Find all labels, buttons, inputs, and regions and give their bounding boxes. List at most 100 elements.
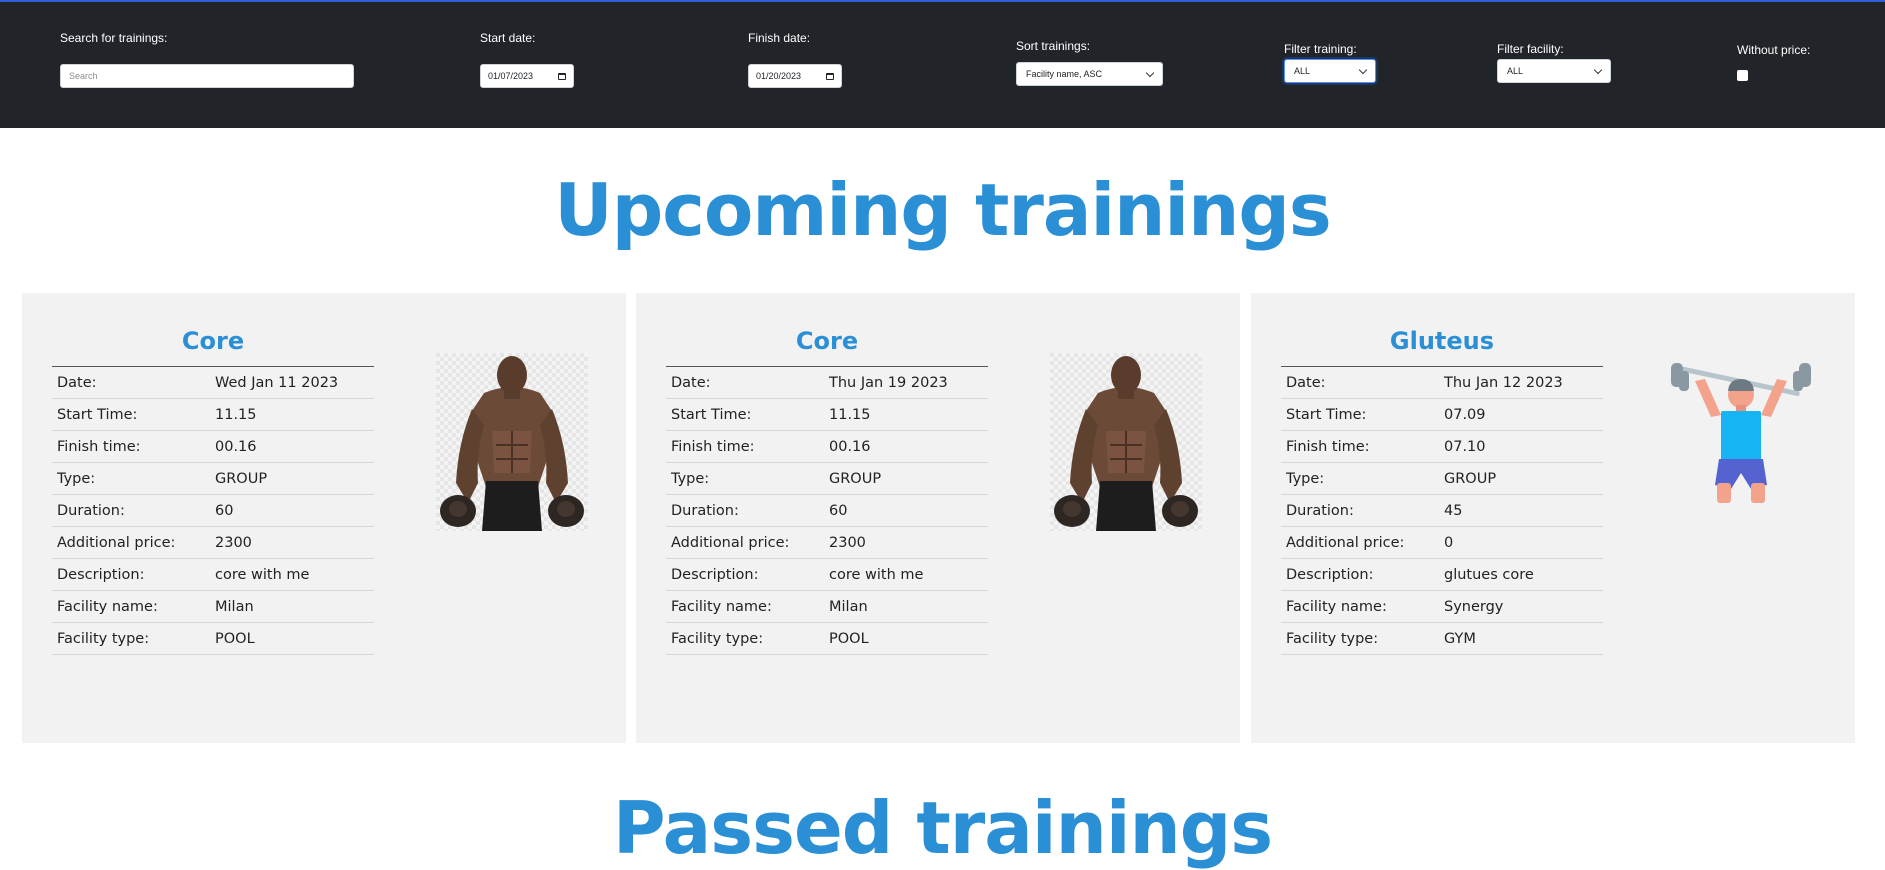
bodybuilder-image	[436, 353, 588, 531]
type-value: GROUP	[824, 462, 988, 495]
date-label: Date:	[52, 366, 210, 399]
type-label: Type:	[52, 462, 210, 495]
table-row: Facility name: Milan	[666, 590, 988, 623]
finish-date-input[interactable]: 01/20/2023	[748, 64, 842, 88]
duration-label: Duration:	[1281, 494, 1439, 527]
table-row: Start Time: 07.09	[1281, 398, 1603, 431]
chevron-down-icon	[1145, 68, 1155, 77]
facility-name-value: Milan	[210, 590, 374, 623]
start-time-value: 11.15	[824, 398, 988, 431]
facility-type-value: POOL	[210, 622, 374, 655]
table-row: Facility name: Milan	[52, 590, 374, 623]
duration-label: Duration:	[52, 494, 210, 527]
price-label: Additional price:	[1281, 526, 1439, 559]
table-row: Facility type: POOL	[52, 622, 374, 655]
start-time-value: 07.09	[1439, 398, 1603, 431]
table-row: Description: core with me	[666, 558, 988, 591]
bodybuilder-image	[1050, 353, 1202, 531]
date-label: Date:	[1281, 366, 1439, 399]
duration-label: Duration:	[666, 494, 824, 527]
calendar-icon[interactable]	[558, 72, 566, 80]
start-date-value: 01/07/2023	[488, 71, 534, 81]
facility-type-label: Facility type:	[52, 622, 210, 655]
table-row: Date: Wed Jan 11 2023	[52, 366, 374, 399]
finish-time-value: 00.16	[824, 430, 988, 463]
table-row: Additional price: 2300	[666, 526, 988, 559]
filter-bar: Search for trainings: Start date: 01/07/…	[0, 0, 1885, 128]
filter-facility-value: ALL	[1507, 66, 1524, 76]
facility-name-label: Facility name:	[1281, 590, 1439, 623]
table-row: Description: glutues core	[1281, 558, 1603, 591]
sort-select-value: Facility name, ASC	[1026, 69, 1103, 79]
table-row: Date: Thu Jan 19 2023	[666, 366, 988, 399]
facility-type-value: POOL	[824, 622, 988, 655]
description-label: Description:	[1281, 558, 1439, 591]
description-value: glutues core	[1439, 558, 1603, 591]
price-label: Additional price:	[52, 526, 210, 559]
filter-training-value: ALL	[1294, 66, 1311, 76]
facility-name-label: Facility name:	[666, 590, 824, 623]
finish-date-value: 01/20/2023	[756, 71, 802, 81]
filter-training-select[interactable]: ALL	[1284, 59, 1376, 83]
price-value: 2300	[210, 526, 374, 559]
table-row: Facility type: POOL	[666, 622, 988, 655]
date-value: Wed Jan 11 2023	[210, 366, 374, 399]
date-label: Date:	[666, 366, 824, 399]
training-details: Date: Thu Jan 19 2023 Start Time: 11.15 Fi…	[666, 366, 988, 655]
table-row: Additional price: 0	[1281, 526, 1603, 559]
table-row: Facility name: Synergy	[1281, 590, 1603, 623]
start-time-label: Start Time:	[1281, 398, 1439, 431]
training-details: Date: Thu Jan 12 2023 Start Time: 07.09 Fi…	[1281, 366, 1603, 655]
type-value: GROUP	[210, 462, 374, 495]
start-date-label: Start date:	[480, 31, 536, 45]
without-price-label: Without price:	[1737, 43, 1811, 57]
facility-name-value: Synergy	[1439, 590, 1603, 623]
table-row: Finish time: 00.16	[52, 430, 374, 463]
description-value: core with me	[824, 558, 988, 591]
table-row: Finish time: 07.10	[1281, 430, 1603, 463]
table-row: Type: GROUP	[666, 462, 988, 495]
type-label: Type:	[666, 462, 824, 495]
type-label: Type:	[1281, 462, 1439, 495]
table-row: Duration: 60	[666, 494, 988, 527]
filter-training-label: Filter training:	[1284, 42, 1357, 56]
search-label: Search for trainings:	[60, 31, 168, 45]
filter-facility-select[interactable]: ALL	[1497, 59, 1611, 83]
price-value: 0	[1439, 526, 1603, 559]
duration-value: 60	[210, 494, 374, 527]
facility-name-value: Milan	[824, 590, 988, 623]
duration-value: 60	[824, 494, 988, 527]
start-date-input[interactable]: 01/07/2023	[480, 64, 574, 88]
table-row: Description: core with me	[52, 558, 374, 591]
price-value: 2300	[824, 526, 988, 559]
date-value: Thu Jan 12 2023	[1439, 366, 1603, 399]
facility-type-label: Facility type:	[666, 622, 824, 655]
price-label: Additional price:	[666, 526, 824, 559]
finish-time-label: Finish time:	[52, 430, 210, 463]
page-title: Upcoming trainings	[554, 168, 1332, 252]
chevron-down-icon	[1593, 65, 1603, 74]
training-card: Gluteus Date: Thu Jan 12 2023 Start Time:…	[1251, 293, 1855, 743]
finish-date-label: Finish date:	[748, 31, 811, 45]
facility-type-value: GYM	[1439, 622, 1603, 655]
facility-name-label: Facility name:	[52, 590, 210, 623]
table-row: Finish time: 00.16	[666, 430, 988, 463]
section-title: Passed trainings	[612, 786, 1273, 870]
calendar-icon[interactable]	[826, 72, 834, 80]
sort-label: Sort trainings:	[1016, 39, 1091, 53]
description-label: Description:	[666, 558, 824, 591]
training-details: Date: Wed Jan 11 2023 Start Time: 11.15 Fi…	[52, 366, 374, 655]
finish-time-label: Finish time:	[1281, 430, 1439, 463]
search-input[interactable]	[60, 64, 354, 88]
without-price-checkbox[interactable]	[1737, 70, 1748, 81]
table-row: Date: Thu Jan 12 2023	[1281, 366, 1603, 399]
sort-select[interactable]: Facility name, ASC	[1016, 62, 1163, 86]
finish-time-value: 07.10	[1439, 430, 1603, 463]
filter-facility-label: Filter facility:	[1497, 42, 1564, 56]
training-name: Gluteus	[1389, 327, 1495, 355]
table-row: Facility type: GYM	[1281, 622, 1603, 655]
description-label: Description:	[52, 558, 210, 591]
facility-type-label: Facility type:	[1281, 622, 1439, 655]
table-row: Type: GROUP	[1281, 462, 1603, 495]
type-value: GROUP	[1439, 462, 1603, 495]
